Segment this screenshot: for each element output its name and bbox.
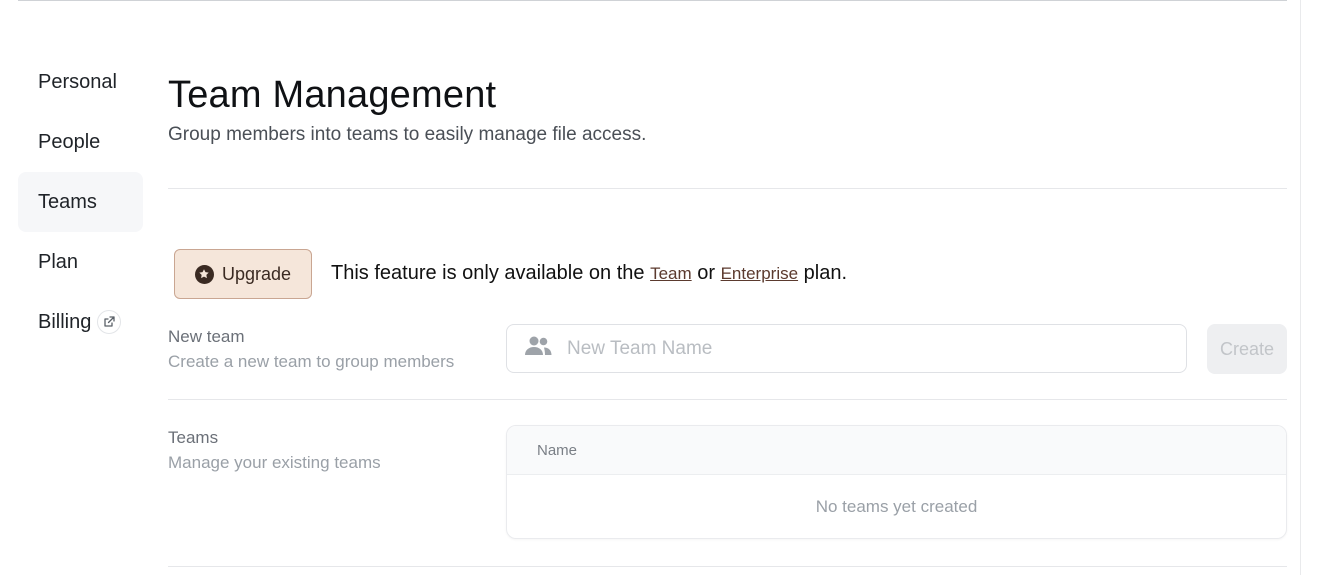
- notice-text-prefix: This feature is only available on the: [331, 262, 645, 284]
- column-header-name[interactable]: Name: [537, 442, 577, 459]
- top-divider: [18, 0, 1287, 1]
- external-link-icon: [97, 310, 122, 334]
- enterprise-plan-link[interactable]: Enterprise: [721, 264, 798, 283]
- settings-sidebar: Personal People Teams Plan Billing: [18, 52, 143, 352]
- upgrade-button-label: Upgrade: [221, 263, 292, 284]
- new-team-description: Create a new team to group members: [168, 352, 455, 371]
- new-team-label: New team: [168, 327, 245, 346]
- sidebar-item-plan[interactable]: Plan: [18, 232, 143, 292]
- people-icon: [507, 335, 553, 362]
- header-divider: [168, 188, 1287, 189]
- page-title: Team Management: [168, 74, 497, 116]
- teams-table: Name No teams yet created: [506, 425, 1287, 539]
- teams-label: Teams: [168, 428, 219, 447]
- sidebar-item-teams[interactable]: Teams: [18, 172, 143, 232]
- notice-text-or: or: [697, 262, 716, 284]
- sidebar-item-billing[interactable]: Billing: [18, 292, 143, 352]
- sidebar-item-label: Plan: [38, 250, 79, 273]
- scrollbar-track[interactable]: [1300, 0, 1301, 575]
- section-divider: [168, 399, 1287, 400]
- page-subtitle: Group members into teams to easily manag…: [168, 124, 647, 145]
- sidebar-item-personal[interactable]: Personal: [18, 52, 143, 112]
- teams-description: Manage your existing teams: [168, 453, 381, 472]
- new-team-name-input[interactable]: [565, 336, 1186, 361]
- notice-text-suffix: plan.: [803, 262, 847, 284]
- sidebar-item-label: Personal: [38, 70, 117, 93]
- sidebar-item-label: Teams: [38, 190, 97, 213]
- sidebar-item-label: People: [38, 130, 101, 153]
- upgrade-button[interactable]: Upgrade: [174, 249, 312, 299]
- empty-state: No teams yet created: [815, 497, 978, 516]
- sidebar-item-people[interactable]: People: [18, 112, 143, 172]
- table-header: Name: [507, 426, 1286, 475]
- sidebar-item-label: Billing: [38, 310, 92, 333]
- bottom-divider: [168, 566, 1287, 567]
- star-badge-icon: [194, 264, 214, 284]
- team-plan-link[interactable]: Team: [650, 264, 692, 283]
- new-team-field[interactable]: [506, 324, 1187, 373]
- create-team-button[interactable]: Create: [1207, 324, 1287, 374]
- plan-availability-notice: This feature is only available on the Te…: [331, 262, 847, 285]
